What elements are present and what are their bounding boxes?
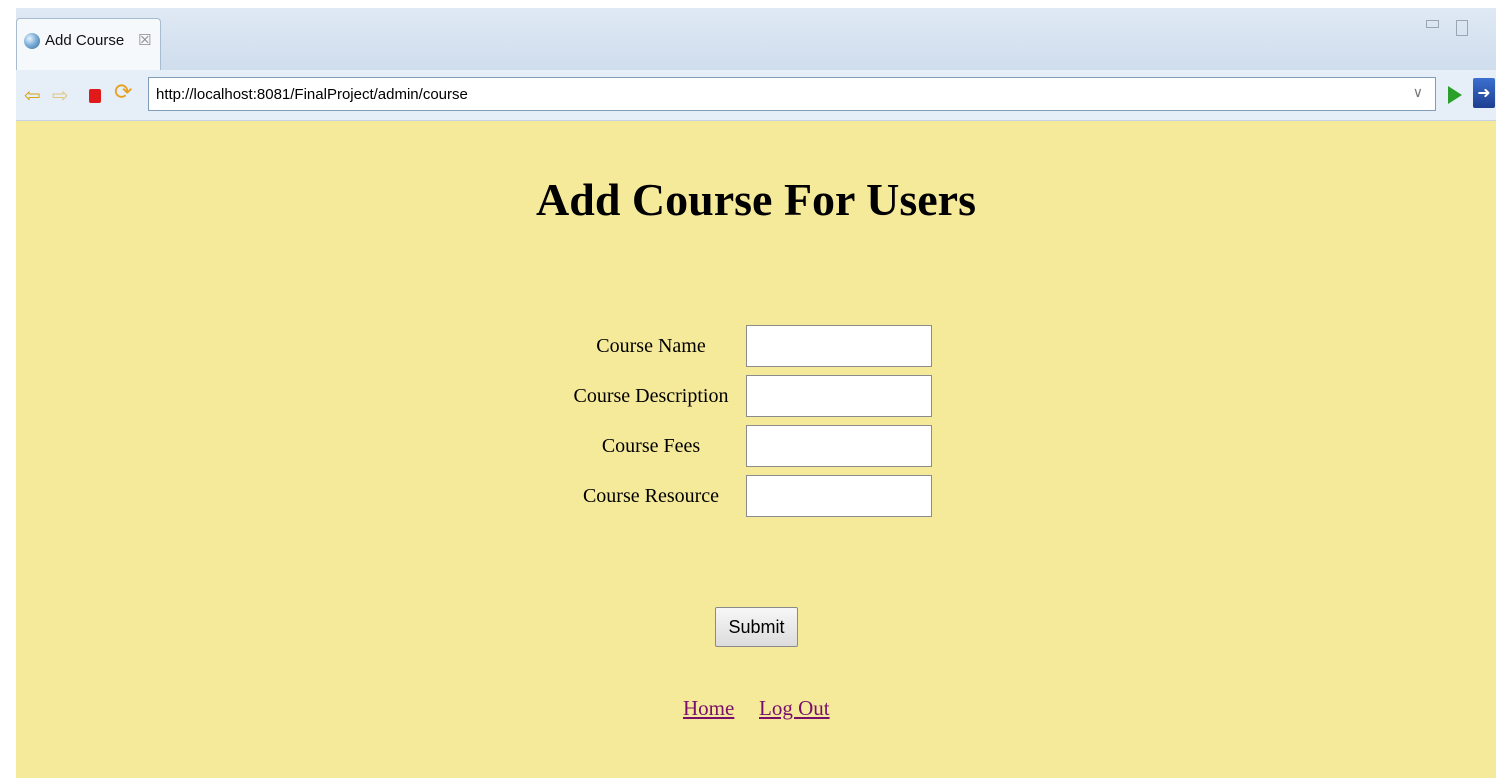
browser-window: Add Course ☒ ⇦ ⇨ ⟳ http://localhost:8081… xyxy=(16,8,1496,778)
url-text: http://localhost:8081/FinalProject/admin… xyxy=(156,86,468,103)
course-fees-row: Course Fees xyxy=(561,425,961,469)
external-browser-icon[interactable]: ➜ xyxy=(1473,78,1495,108)
tab-add-course[interactable]: Add Course ☒ xyxy=(16,18,161,70)
maximize-icon[interactable] xyxy=(1456,20,1468,36)
course-fees-label: Course Fees xyxy=(601,435,701,457)
course-name-input[interactable] xyxy=(746,325,932,367)
navigation-bar: ⇦ ⇨ ⟳ http://localhost:8081/FinalProject… xyxy=(16,70,1496,121)
url-input[interactable]: http://localhost:8081/FinalProject/admin… xyxy=(148,77,1436,111)
logout-link[interactable]: Log Out xyxy=(759,696,830,721)
go-icon[interactable] xyxy=(1448,86,1462,104)
page-title: Add Course For Users xyxy=(536,174,976,225)
submit-button[interactable]: Submit xyxy=(715,607,798,647)
course-name-label: Course Name xyxy=(596,335,706,357)
course-resource-row: Course Resource xyxy=(561,475,961,519)
back-arrow-icon[interactable]: ⇦ xyxy=(24,85,41,105)
stop-icon[interactable] xyxy=(89,89,101,103)
tab-title: Add Course xyxy=(45,32,125,49)
course-description-input[interactable] xyxy=(746,375,932,417)
refresh-icon[interactable]: ⟳ xyxy=(114,82,132,104)
course-resource-input[interactable] xyxy=(746,475,932,517)
course-fees-input[interactable] xyxy=(746,425,932,467)
course-description-row: Course Description xyxy=(561,375,961,419)
course-name-row: Course Name xyxy=(561,325,961,369)
page-content: Add Course For Users Course Name Course … xyxy=(16,121,1496,778)
home-link[interactable]: Home xyxy=(683,696,734,721)
close-icon[interactable]: ☒ xyxy=(138,31,151,49)
course-resource-label: Course Resource xyxy=(582,485,720,507)
dropdown-icon[interactable]: ∨ xyxy=(1413,84,1423,101)
tab-bar: Add Course ☒ xyxy=(16,8,1496,71)
course-description-label: Course Description xyxy=(573,385,729,407)
globe-icon xyxy=(24,33,40,49)
minimize-icon[interactable] xyxy=(1426,20,1439,28)
forward-arrow-icon[interactable]: ⇨ xyxy=(52,85,69,105)
